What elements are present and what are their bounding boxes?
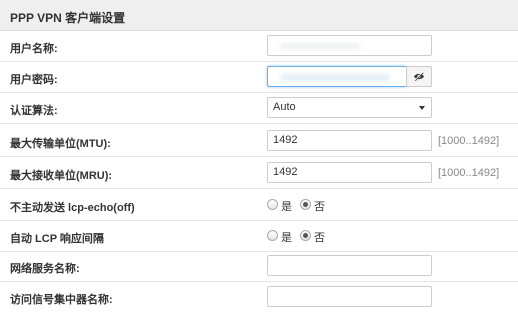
row-mru: 最大接收单位(MRU): 1492 [1000..1492] [0, 158, 518, 189]
mtu-label: 最大传输单位(MTU): [10, 138, 111, 150]
mru-label: 最大接收单位(MRU): [10, 170, 113, 182]
panel-title: PPP VPN 客户端设置 [0, 0, 518, 31]
radio-no-label: 否 [314, 232, 325, 244]
mru-range-hint: [1000..1492] [438, 167, 500, 179]
password-redacted-value [280, 74, 390, 81]
row-auto-lcp: 自动 LCP 响应间隔 是 否 [0, 221, 518, 252]
password-input[interactable] [267, 66, 406, 87]
ac-name-label: 访问信号集中器名称: [10, 294, 113, 306]
row-auth: 认证算法: Auto [0, 93, 518, 124]
username-input[interactable] [267, 35, 432, 56]
eye-slash-icon [414, 72, 424, 81]
auth-select[interactable]: Auto [267, 97, 432, 118]
row-ac-name: 访问信号集中器名称: [0, 282, 518, 312]
radio-circle-checked [300, 199, 311, 210]
lcp-echo-off-label: 不主动发送 lcp-echo(off) [10, 202, 135, 214]
service-name-input[interactable] [267, 255, 432, 276]
mru-input[interactable]: 1492 [267, 162, 432, 183]
auto-lcp-label: 自动 LCP 响应间隔 [10, 233, 104, 245]
username-redacted-value [280, 43, 360, 50]
radio-circle [267, 230, 278, 241]
radio-yes-label: 是 [281, 201, 292, 213]
username-label: 用户名称: [10, 43, 58, 55]
mtu-input[interactable]: 1492 [267, 130, 432, 151]
chevron-down-icon [419, 106, 425, 110]
row-service-name: 网络服务名称: [0, 251, 518, 282]
ac-name-input[interactable] [267, 286, 432, 307]
row-username: 用户名称: [0, 31, 518, 62]
row-lcp-echo-off: 不主动发送 lcp-echo(off) 是 否 [0, 190, 518, 221]
service-name-label: 网络服务名称: [10, 263, 80, 275]
radio-no-label: 否 [314, 201, 325, 213]
radio-circle-checked [300, 230, 311, 241]
password-label: 用户密码: [10, 74, 58, 86]
radio-yes-label: 是 [281, 232, 292, 244]
auth-label: 认证算法: [10, 105, 58, 117]
row-mtu: 最大传输单位(MTU): 1492 [1000..1492] [0, 126, 518, 157]
password-visibility-toggle[interactable] [406, 66, 432, 87]
vpn-settings-panel: PPP VPN 客户端设置 用户名称: 用户密码: 认证算法: Auto 最大传… [0, 0, 518, 312]
mtu-range-hint: [1000..1492] [438, 135, 500, 147]
auth-selected-value: Auto [273, 101, 296, 113]
row-password: 用户密码: [0, 62, 518, 93]
radio-circle [267, 199, 278, 210]
